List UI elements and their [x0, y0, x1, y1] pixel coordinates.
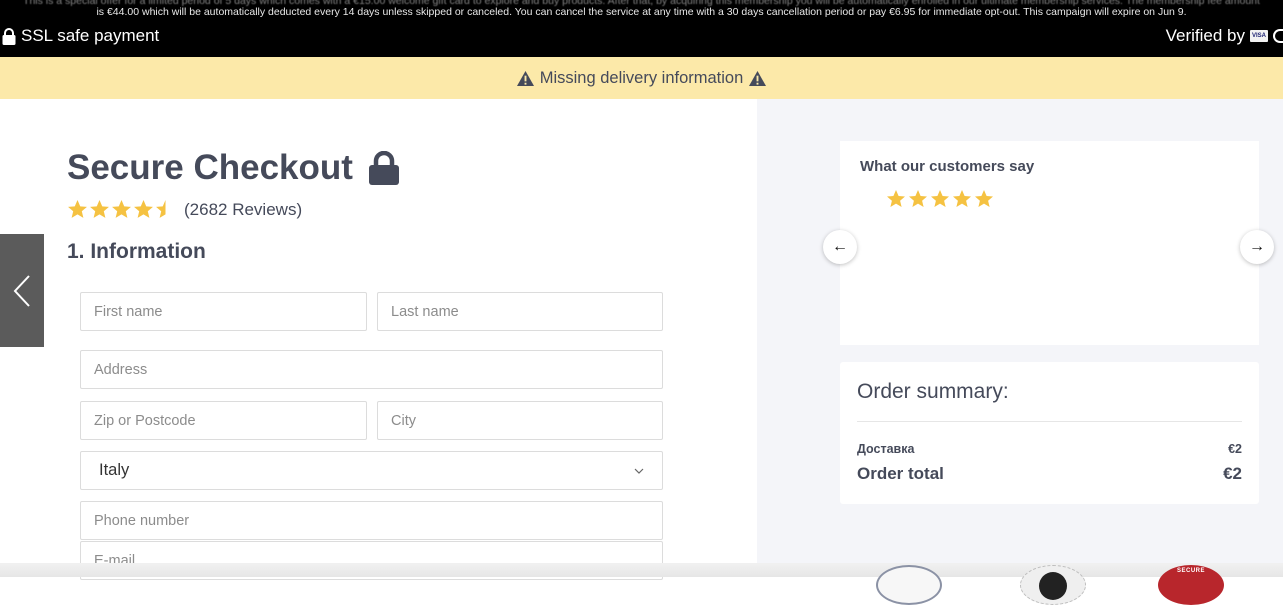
rating-stars [67, 199, 176, 220]
trust-badge-icon [876, 565, 942, 605]
star-icon [931, 190, 949, 207]
total-label: Order total [857, 464, 944, 483]
star-icon [68, 200, 87, 218]
star-icon [887, 190, 905, 207]
alert-message: Missing delivery information [539, 68, 744, 87]
guarantee-seal-icon [1020, 565, 1086, 605]
testimonial-stars [886, 189, 994, 209]
missing-info-alert: Missing delivery information [0, 57, 1283, 99]
warning-icon [749, 70, 767, 86]
bottom-fade [0, 563, 1283, 577]
star-icon [953, 190, 971, 207]
shipping-label: Доставка [857, 442, 915, 456]
top-bar: This is a special offer for a limited pe… [0, 0, 1283, 57]
address-input[interactable] [80, 350, 663, 389]
zip-input[interactable] [80, 401, 367, 440]
star-icon [112, 200, 131, 218]
verified-by: Verified by VISA [1166, 26, 1283, 46]
warning-icon [516, 70, 534, 86]
visa-logo-icon: VISA [1250, 30, 1268, 42]
last-name-input[interactable] [377, 292, 663, 331]
total-row: Order total €2 [857, 464, 1242, 484]
secure-seal-icon: SECURE [1158, 565, 1224, 605]
fineprint-line-2: is €44.00 which will be automatically de… [96, 6, 1187, 18]
phone-input[interactable] [80, 501, 663, 540]
back-button[interactable] [0, 234, 44, 347]
fineprint-line-1: This is a special offer for a limited pe… [23, 0, 1260, 7]
first-name-input[interactable] [80, 292, 367, 331]
chevron-left-icon [13, 274, 30, 307]
rating-summary: (2682 Reviews) [67, 199, 302, 220]
divider [857, 421, 1242, 422]
testimonials-card: What our customers say [840, 141, 1259, 345]
section-title-information: 1. Information [67, 240, 206, 263]
testimonials-title: What our customers say [860, 158, 1035, 175]
star-icon [134, 200, 153, 218]
ssl-badge: SSL safe payment [2, 26, 159, 46]
mastercard-logo-icon [1273, 29, 1283, 43]
star-icon [90, 200, 109, 218]
chevron-down-icon [634, 468, 644, 474]
star-icon [156, 200, 166, 218]
page-title-text: Secure Checkout [67, 148, 353, 187]
arrow-left-icon: ← [832, 238, 848, 255]
shipping-row: Доставка €2 [857, 442, 1242, 456]
reviews-count[interactable]: (2682 Reviews) [184, 200, 302, 220]
ssl-label: SSL safe payment [21, 26, 160, 45]
lock-icon [368, 151, 399, 185]
order-summary-title: Order summary: [857, 380, 1009, 403]
star-icon [909, 190, 927, 207]
city-input[interactable] [377, 401, 663, 440]
lock-icon [2, 27, 16, 45]
testimonial-prev-button[interactable]: ← [823, 230, 857, 264]
testimonial-next-button[interactable]: → [1240, 230, 1274, 264]
arrow-right-icon: → [1249, 238, 1265, 255]
page-title: Secure Checkout [67, 148, 399, 188]
verified-label: Verified by [1165, 26, 1245, 45]
shipping-value: €2 [1228, 442, 1242, 456]
country-select[interactable]: Italy [80, 451, 663, 490]
order-summary-card: Order summary: Доставка €2 Order total €… [840, 362, 1259, 504]
offer-fineprint: This is a special offer for a limited pe… [0, 0, 1283, 18]
total-value: €2 [1223, 464, 1242, 483]
country-selected: Italy [99, 461, 130, 479]
star-icon [975, 190, 993, 207]
